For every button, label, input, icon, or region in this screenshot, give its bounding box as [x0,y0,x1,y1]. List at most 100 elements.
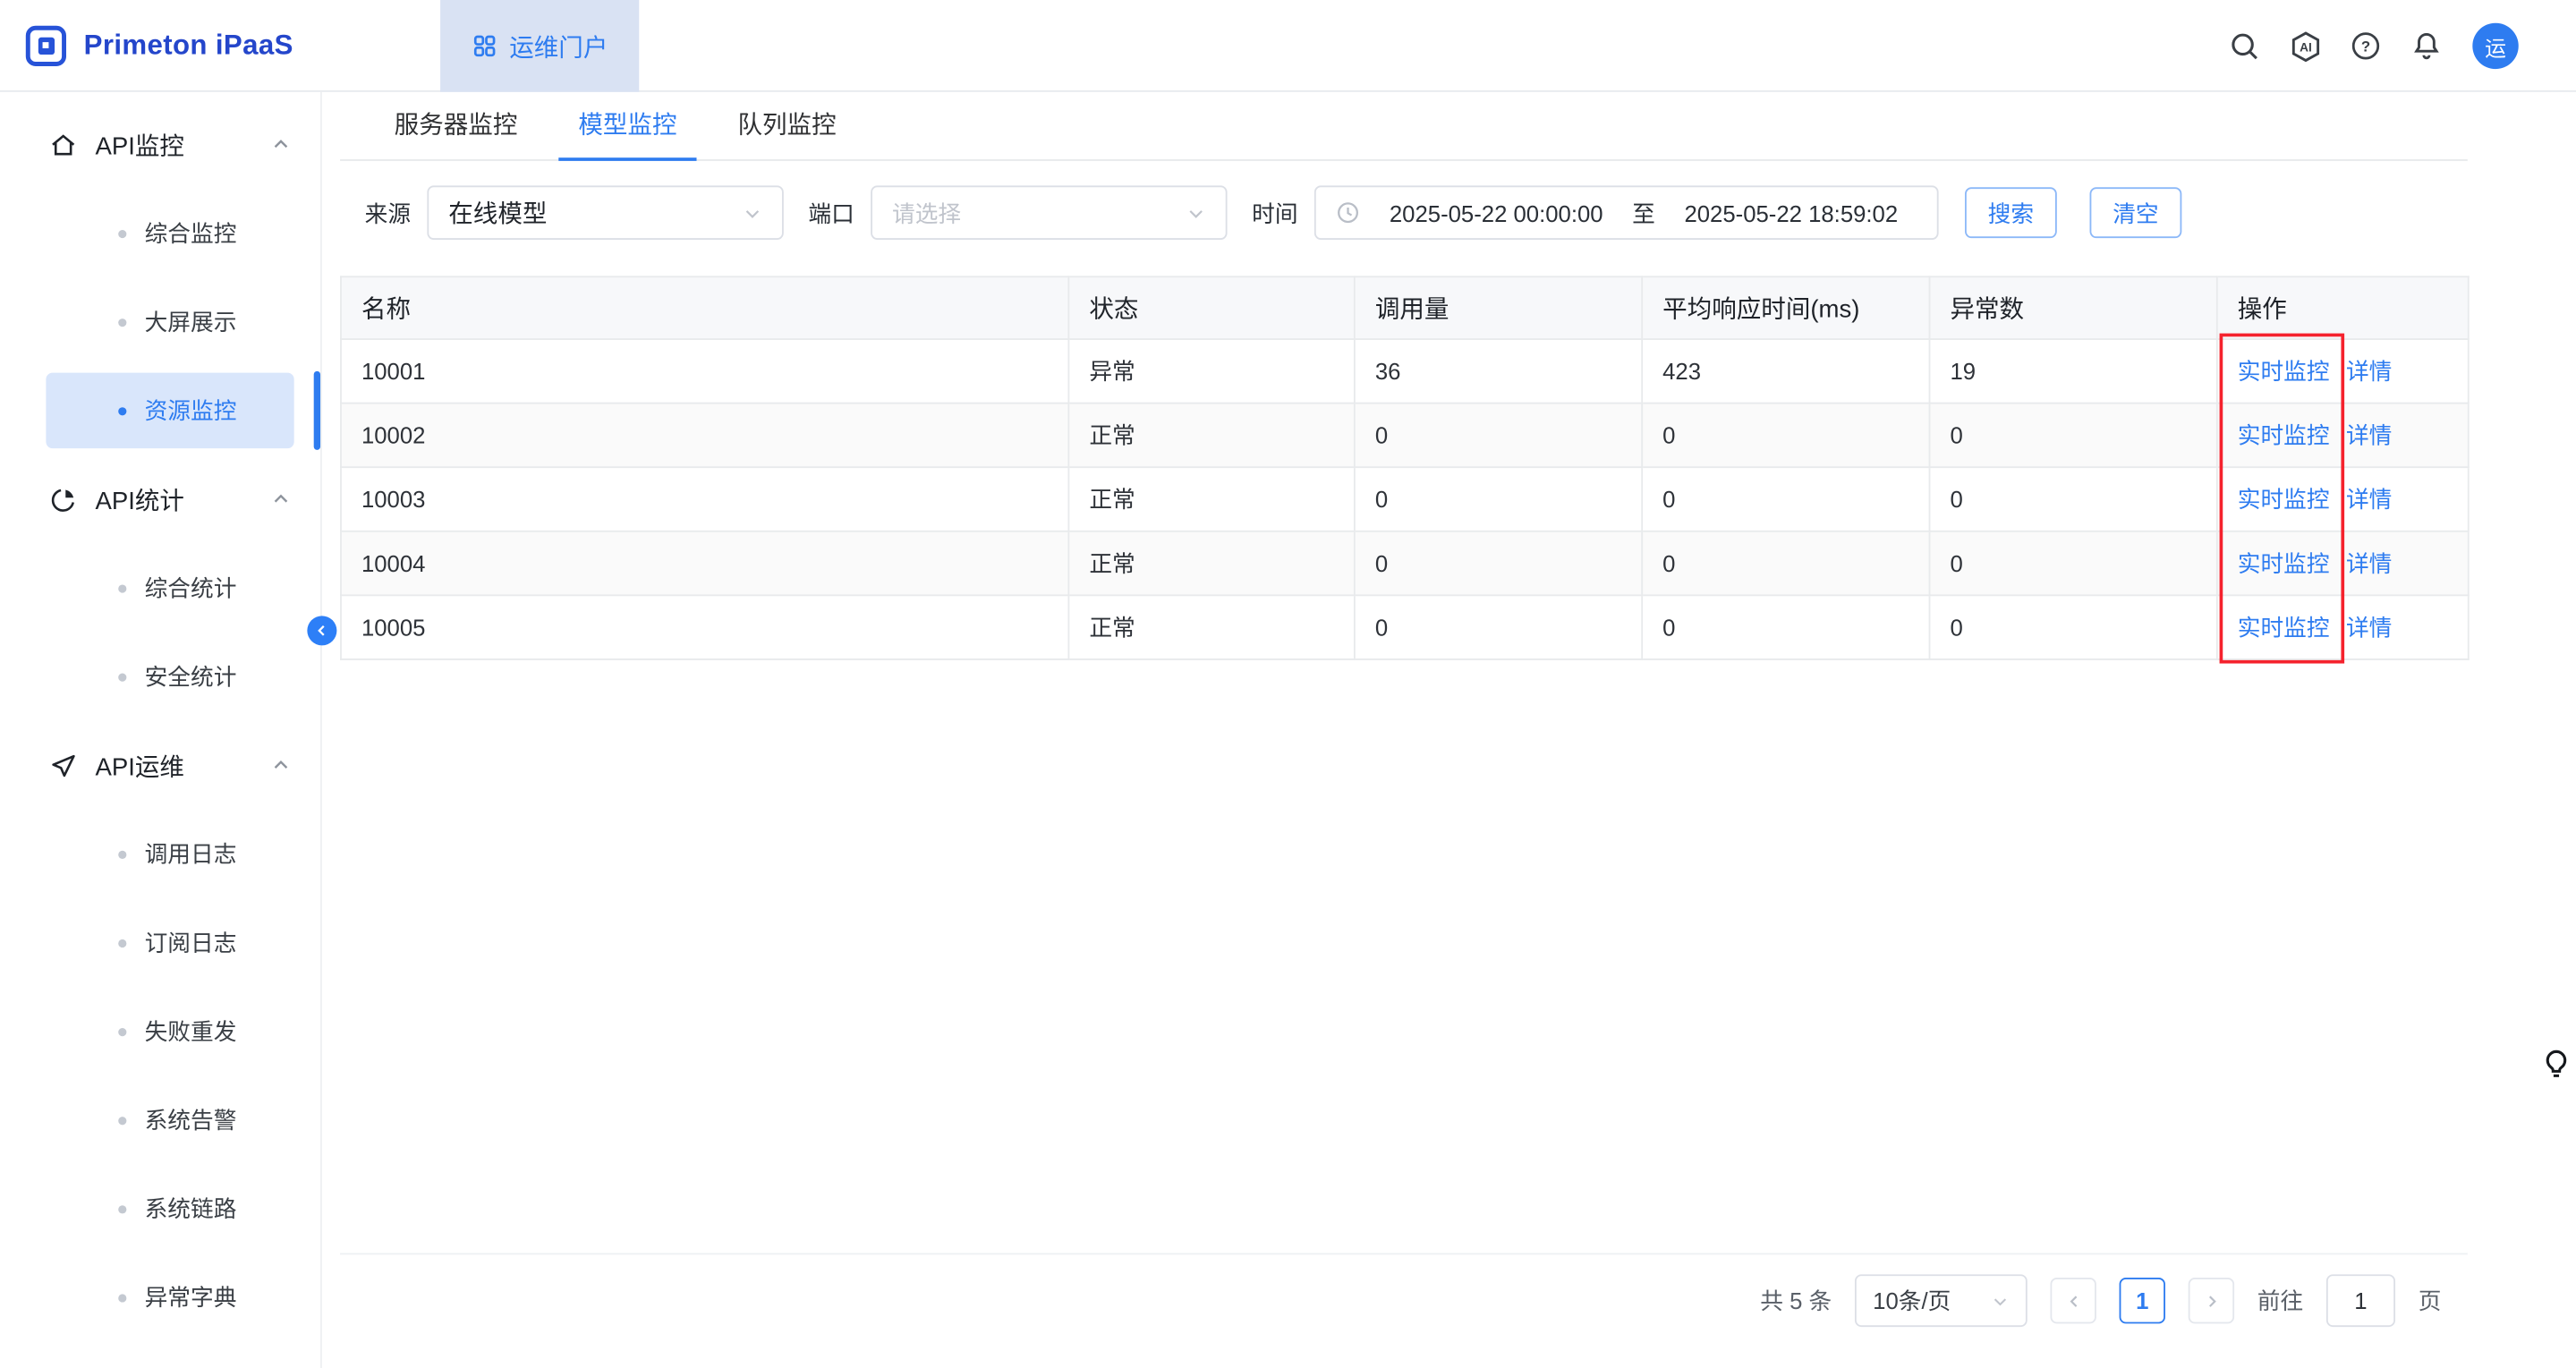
cell-avg-response: 0 [1642,467,1929,531]
sidebar-item-security-stats[interactable]: 安全统计 [0,633,320,721]
sidebar-item-exception-dictionary[interactable]: 异常字典 [0,1253,320,1341]
filter-bar: 来源 在线模型 端口 请选择 时间 2025-05-22 00:00:00 [322,185,2576,240]
pie-chart-icon [49,485,77,513]
sidebar-item-label: 系统告警 [145,1103,237,1136]
goto-page-input[interactable] [2326,1274,2395,1327]
sidebar-item-big-screen[interactable]: 大屏展示 [0,277,320,366]
detail-link[interactable]: 详情 [2346,358,2392,384]
cell-name: 10004 [341,531,1068,596]
realtime-monitor-link[interactable]: 实时监控 [2238,358,2330,384]
detail-link[interactable]: 详情 [2346,486,2392,512]
sidebar-group-api-statistics[interactable]: API统计 [0,455,320,543]
clear-button[interactable]: 清空 [2090,187,2182,238]
time-start-value: 2025-05-22 00:00:00 [1370,200,1622,225]
port-select[interactable]: 请选择 [871,185,1227,240]
search-icon[interactable] [2226,28,2262,64]
cell-calls: 0 [1355,531,1642,596]
bullet-icon [118,229,126,237]
table-row: 10001 异常 36 423 19 实时监控详情 [341,339,2469,404]
chevron-up-icon [271,755,291,775]
sidebar-item-label: 订阅日志 [145,926,237,959]
sidebar-group-api-ops[interactable]: API运维 [0,721,320,810]
cell-errors: 19 [1929,339,2216,404]
ops-icon [49,752,77,779]
notification-bell-icon[interactable] [2409,28,2444,64]
detail-link[interactable]: 详情 [2346,614,2392,640]
avatar[interactable]: 运 [2472,23,2518,69]
cell-name: 10005 [341,595,1068,659]
port-label: 端口 [808,196,854,229]
cell-errors: 0 [1929,467,2216,531]
lightbulb-icon[interactable] [2540,1048,2573,1081]
sidebar-item-comprehensive-monitor[interactable]: 综合监控 [0,189,320,277]
col-avg-response: 平均响应时间(ms) [1642,276,1929,339]
tab-model-monitor[interactable]: 模型监控 [578,91,676,160]
brand[interactable]: Primeton iPaaS [23,0,293,92]
detail-link[interactable]: 详情 [2346,422,2392,448]
sidebar-group-api-monitor[interactable]: API监控 [0,100,320,189]
portal-tab-ops[interactable]: 运维门户 [440,0,639,92]
cell-name: 10003 [341,467,1068,531]
sidebar-item-label: 综合统计 [145,572,237,605]
help-icon[interactable]: ? [2348,28,2384,64]
source-select[interactable]: 在线模型 [427,185,783,240]
cell-calls: 36 [1355,339,1642,404]
table-header-row: 名称 状态 调用量 平均响应时间(ms) 异常数 操作 [341,276,2469,339]
top-header: Primeton iPaaS 运维门户 [0,0,2576,92]
next-page-button[interactable] [2189,1278,2234,1323]
realtime-monitor-link[interactable]: 实时监控 [2238,486,2330,512]
realtime-monitor-link[interactable]: 实时监控 [2238,614,2330,640]
cell-status: 正常 [1068,404,1354,468]
pagination: 共 5 条 10条/页 1 前往 页 [340,1253,2468,1327]
chevron-down-icon [743,203,762,223]
pagination-total: 共 5 条 [1760,1284,1832,1317]
cell-name: 10001 [341,339,1068,404]
search-button[interactable]: 搜索 [1965,187,2057,238]
svg-text:?: ? [2361,38,2370,55]
table-row: 10003 正常 0 0 0 实时监控详情 [341,467,2469,531]
bullet-icon [118,1027,126,1035]
sidebar-collapse-toggle[interactable] [307,616,336,645]
portal-tab-label: 运维门户 [509,29,608,64]
svg-text:AI: AI [2299,40,2311,54]
page-size-select[interactable]: 10条/页 [1855,1274,2028,1327]
app-root: Primeton iPaaS 运维门户 [0,0,2576,1368]
realtime-monitor-link[interactable]: 实时监控 [2238,550,2330,576]
cell-avg-response: 0 [1642,404,1929,468]
time-end-value: 2025-05-22 18:59:02 [1665,200,1917,225]
cell-actions: 实时监控详情 [2217,467,2469,531]
bullet-icon [118,673,126,681]
cell-avg-response: 0 [1642,595,1929,659]
page-size-value: 10条/页 [1873,1284,1951,1317]
sidebar-item-call-logs[interactable]: 调用日志 [0,810,320,898]
bullet-icon [118,850,126,858]
bullet-icon [118,1293,126,1301]
cell-actions: 实时监控详情 [2217,339,2469,404]
chevron-down-icon [1186,203,1206,223]
brand-title: Primeton iPaaS [84,30,293,63]
sidebar-item-system-links[interactable]: 系统链路 [0,1164,320,1253]
cell-calls: 0 [1355,404,1642,468]
goto-label: 前往 [2257,1284,2303,1317]
realtime-monitor-link[interactable]: 实时监控 [2238,422,2330,448]
sidebar-item-label: 综合监控 [145,217,237,250]
source-select-value: 在线模型 [448,195,547,230]
detail-link[interactable]: 详情 [2346,550,2392,576]
tab-server-monitor[interactable]: 服务器监控 [395,91,518,160]
sidebar-item-failure-retry[interactable]: 失败重发 [0,987,320,1075]
port-select-placeholder: 请选择 [892,196,961,229]
cell-errors: 0 [1929,595,2216,659]
sidebar-item-system-alerts[interactable]: 系统告警 [0,1075,320,1164]
tab-queue-monitor[interactable]: 队列监控 [737,91,836,160]
header-actions: AI ? 运 [2226,0,2519,92]
sidebar-group-label: API统计 [95,482,270,517]
time-label: 时间 [1252,196,1297,229]
ai-icon[interactable]: AI [2287,28,2323,64]
prev-page-button[interactable] [2050,1278,2096,1323]
sidebar-item-comprehensive-stats[interactable]: 综合统计 [0,544,320,633]
sidebar-item-subscription-logs[interactable]: 订阅日志 [0,898,320,987]
page-number-1[interactable]: 1 [2120,1278,2165,1323]
time-range-picker[interactable]: 2025-05-22 00:00:00 至 2025-05-22 18:59:0… [1314,185,1939,240]
sidebar-group-label: API监控 [95,127,270,162]
sidebar-item-resource-monitor[interactable]: 资源监控 [0,366,320,455]
